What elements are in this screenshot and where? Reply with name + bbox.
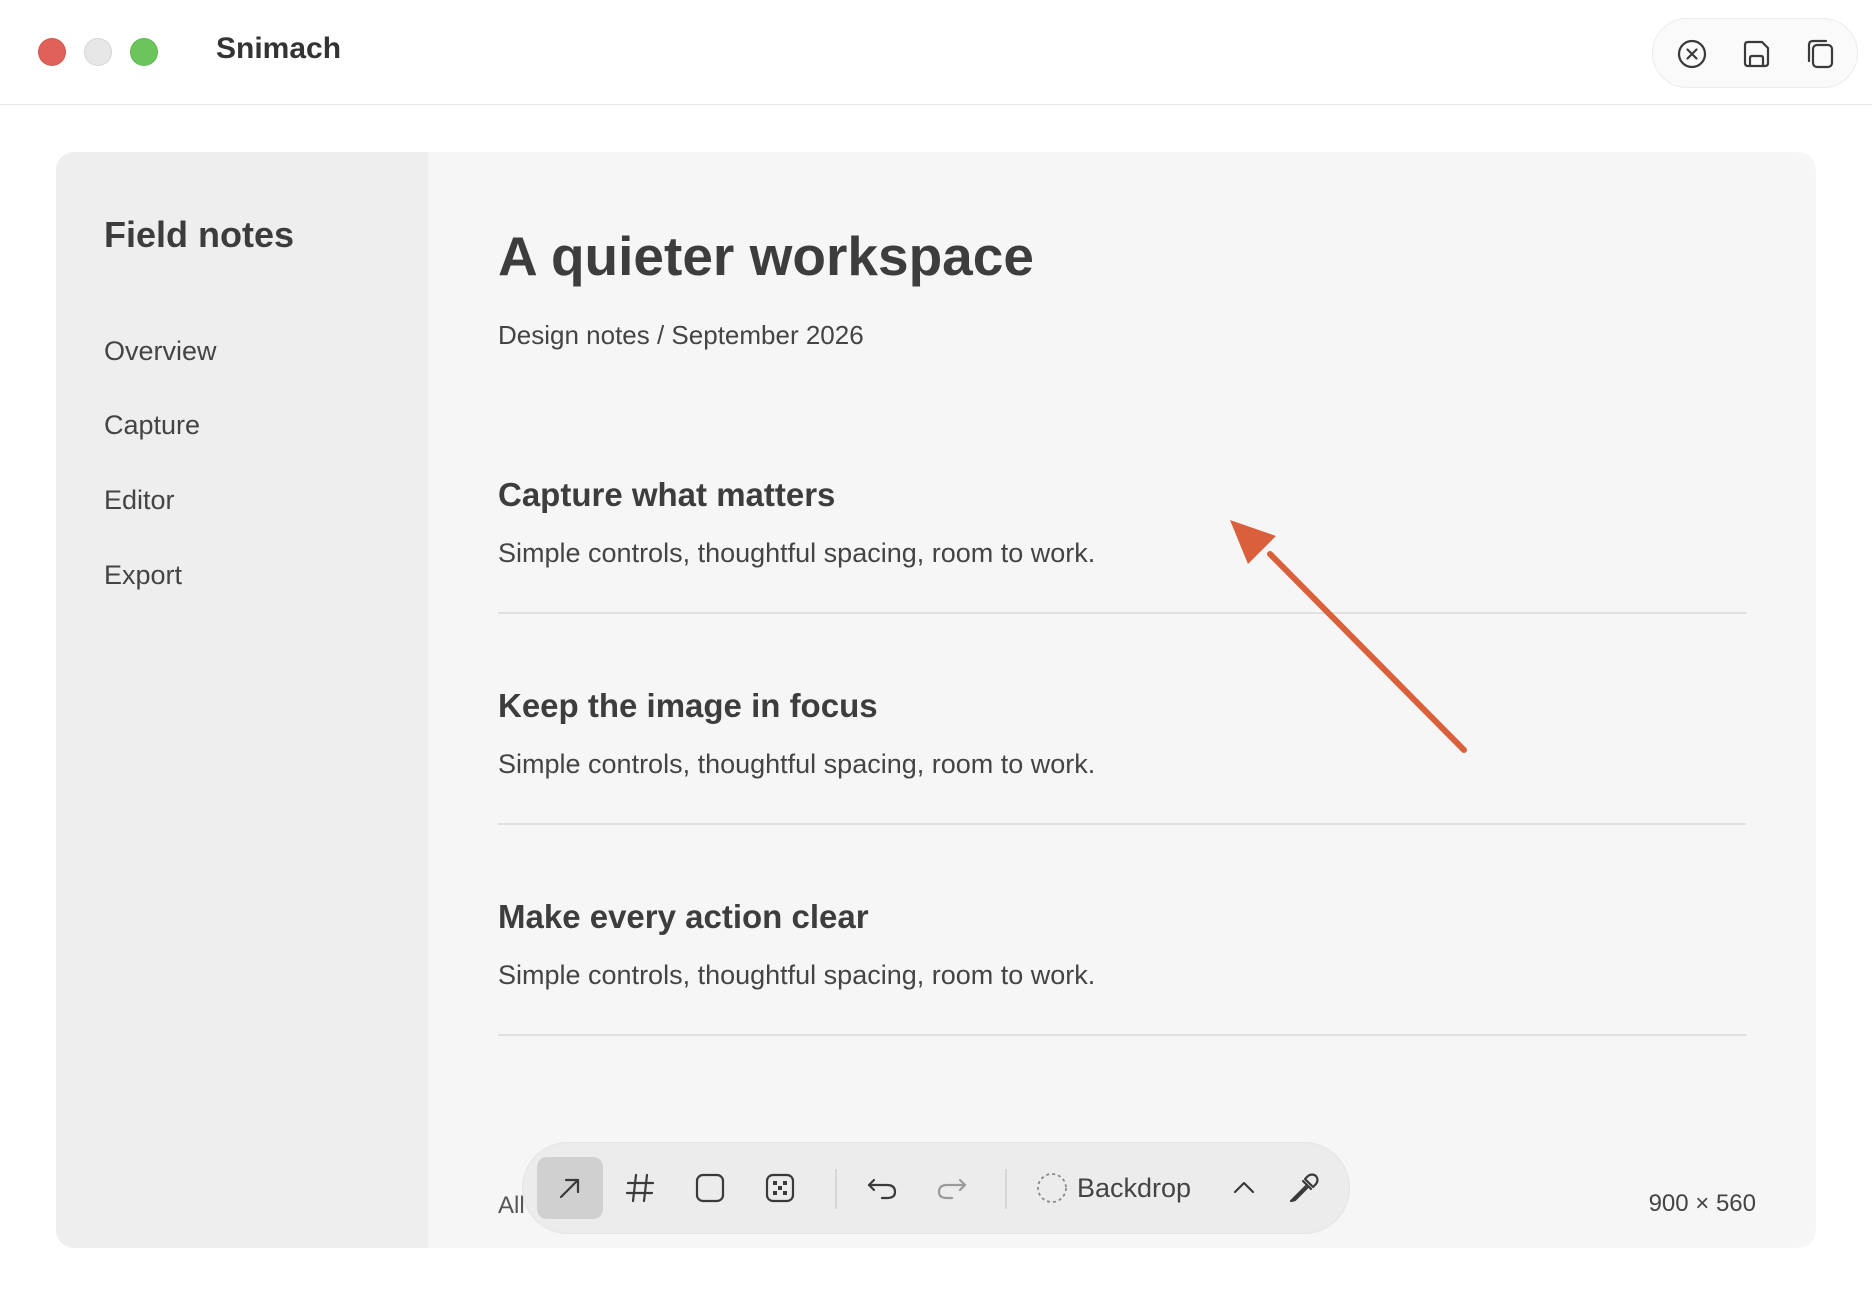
hash-tool-button[interactable] [607, 1157, 673, 1219]
chevron-up-icon [1233, 1181, 1255, 1194]
save-icon [1743, 40, 1770, 68]
copy-button[interactable] [1795, 29, 1845, 79]
backdrop-expand-button[interactable] [1211, 1157, 1277, 1219]
main-content: A quieter workspace Design notes / Septe… [428, 152, 1816, 1248]
eyedropper-icon [1289, 1173, 1319, 1203]
image-size-readout: 900 × 560 [1648, 1190, 1756, 1217]
title-bar: Snimach [0, 0, 1872, 105]
undo-icon [867, 1178, 897, 1200]
backdrop-label[interactable]: Backdrop [1077, 1173, 1191, 1204]
redo-icon [937, 1178, 967, 1200]
zoom-window-button[interactable] [130, 38, 158, 66]
annotation-arrow[interactable] [428, 152, 1816, 1248]
close-window-button[interactable] [38, 38, 66, 66]
color-picker-button[interactable] [1271, 1157, 1337, 1219]
sidebar: Field notes Overview Capture Editor Expo… [56, 152, 428, 1248]
dashed-circle-icon [1037, 1173, 1067, 1203]
all-label[interactable]: All [498, 1192, 525, 1220]
sidebar-item-capture[interactable]: Capture [104, 410, 200, 441]
arrow-tool-icon [559, 1178, 580, 1199]
hash-tool-icon [625, 1173, 655, 1203]
sidebar-item-overview[interactable]: Overview [104, 336, 217, 367]
window-actions-group [1652, 18, 1858, 88]
rectangle-tool-icon [695, 1173, 725, 1203]
arrow-tool-button[interactable] [537, 1157, 603, 1219]
sidebar-title: Field notes [104, 214, 295, 255]
app-title: Snimach [216, 32, 342, 65]
sidebar-item-editor[interactable]: Editor [104, 485, 175, 516]
close-circle-icon [1677, 39, 1707, 69]
copy-icon [1807, 39, 1834, 69]
undo-button[interactable] [849, 1157, 915, 1219]
annotation-toolbar: Backdrop [522, 1142, 1350, 1234]
save-button[interactable] [1731, 29, 1781, 79]
redo-button[interactable] [919, 1157, 985, 1219]
preview-card: Field notes Overview Capture Editor Expo… [56, 152, 1816, 1248]
backdrop-swatch[interactable] [1019, 1157, 1085, 1219]
minimize-window-button[interactable] [84, 38, 112, 66]
pixelate-tool-button[interactable] [747, 1157, 813, 1219]
sidebar-item-export[interactable]: Export [104, 560, 182, 591]
discard-button[interactable] [1667, 29, 1717, 79]
toolbar-divider [835, 1169, 837, 1209]
pixelate-tool-icon [765, 1173, 795, 1203]
toolbar-divider [1005, 1169, 1007, 1209]
rectangle-tool-button[interactable] [677, 1157, 743, 1219]
